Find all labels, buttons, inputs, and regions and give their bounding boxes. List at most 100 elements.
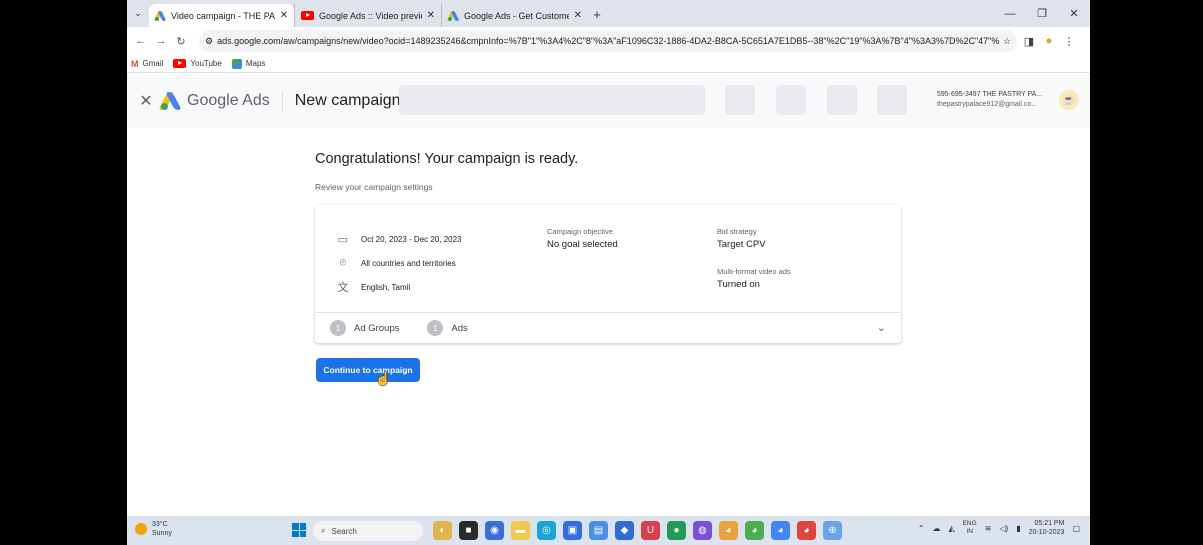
ads-label: Ads [451,322,468,334]
bookmark-label: Maps [245,59,266,68]
google-ads-logo[interactable]: Google Ads [161,92,270,110]
google-drive-icon[interactable]: ◭ [948,524,954,533]
tab-label: Google Ads - Get Customers a [464,10,569,21]
loading-placeholder [725,85,755,115]
address-bar[interactable]: ⚙ ads.google.com/aw/campaigns/new/video?… [199,30,1017,52]
close-icon[interactable]: ✕ [280,10,288,21]
bid-strategy-label: Bid strategy [717,227,757,236]
chevron-down-icon[interactable]: ⌄ [877,321,886,334]
tab-label: Video campaign - THE PASTRY [171,10,275,21]
restore-icon[interactable]: ❐ [1026,0,1058,27]
bookmark-maps[interactable]: Maps [231,58,266,69]
taskbar-search[interactable]: ⌕ Search [313,521,423,541]
tab-search-icon[interactable]: ⌄ [127,0,149,27]
ads-header: ✕ Google Ads New campaign 595-695-3497 T… [127,73,1090,128]
site-info-icon[interactable]: ⚙ [205,36,213,47]
new-tab-button[interactable]: + [588,4,606,27]
app-icon[interactable]: ◆ [615,521,634,540]
app-icon[interactable]: ● [667,521,686,540]
close-icon[interactable]: ✕ [131,91,161,111]
dates-value: Oct 20, 2023 - Dec 20, 2023 [361,234,462,244]
divider [281,89,283,112]
chrome-icon[interactable]: ◕ [797,521,816,540]
tab-label: Google Ads :: Video preview d [319,10,422,21]
tab-strip: ⌄ Video campaign - THE PASTRY ✕ Google A… [127,0,1090,27]
app-icon[interactable]: ◉ [485,521,504,540]
close-icon[interactable]: ✕ [427,10,435,21]
app-icon[interactable]: ◍ [693,521,712,540]
objective-label: Campaign objective [547,227,613,236]
back-icon[interactable]: ← [133,35,149,47]
side-panel-icon[interactable]: ◨ [1021,35,1037,48]
main-content: Congratulations! Your campaign is ready.… [127,128,1090,516]
reload-icon[interactable]: ↻ [173,35,189,48]
system-tray: ⌃ ☁ ◭ ENG IN ≋ ◁) ▮ 05:21 PM 20-10-2023 … [918,519,1080,537]
dates-row: ▭ Oct 20, 2023 - Dec 20, 2023 [337,227,462,251]
file-explorer-icon[interactable]: ▬ [511,521,530,540]
forward-icon[interactable]: → [153,35,169,47]
loading-placeholder [776,85,806,115]
edge-icon[interactable]: ◎ [537,521,556,540]
ad-groups-summary: 1 Ad Groups [330,320,399,336]
wifi-icon[interactable]: ≋ [985,524,992,533]
youtube-icon [173,59,187,68]
maps-icon [231,58,242,69]
chrome-icon[interactable]: ◕ [771,521,790,540]
languages-value: English, Tamil [361,282,411,292]
ads-summary: 1 Ads [427,320,468,336]
calendar-icon: ▭ [337,233,349,246]
bid-strategy-value: Target CPV [717,239,766,250]
app-icon[interactable]: ▤ [589,521,608,540]
success-heading: Congratulations! Your campaign is ready. [315,151,579,167]
youtube-logo-icon [301,11,314,20]
profile-icon[interactable]: ● [1041,35,1057,47]
store-icon[interactable]: ▣ [563,521,582,540]
hand-cursor-icon: ☝ [375,371,392,386]
language-indicator[interactable]: ENG IN [963,520,977,536]
notification-icon[interactable]: ▢ [1072,524,1080,533]
temperature: 33°C [152,521,168,528]
tab-get-customers[interactable]: Google Ads - Get Customers a ✕ [441,4,588,27]
close-window-icon[interactable]: ✕ [1058,0,1090,27]
app-icon[interactable]: ■ [459,521,478,540]
app-icon[interactable]: ◐ [433,521,452,540]
chrome-icon[interactable]: ◕ [745,521,764,540]
chrome-icon[interactable]: ◕ [719,521,738,540]
avatar[interactable]: ☕ [1059,90,1079,110]
weather-widget[interactable]: 33°C Sunny [135,520,172,538]
bookmark-gmail[interactable]: M Gmail [131,59,163,69]
brand-name: Google Ads [187,91,270,109]
tab-video-preview[interactable]: Google Ads :: Video preview d ✕ [294,4,441,27]
page-title: New campaign [294,91,401,109]
continue-to-campaign-button[interactable]: Continue to campaign [316,358,420,382]
browser-toolbar: ← → ↻ ⚙ ads.google.com/aw/campaigns/new/… [127,27,1090,55]
more-menu-icon[interactable]: ⋮ [1061,35,1077,48]
region-code: IN [966,528,973,535]
volume-icon[interactable]: ◁) [999,524,1008,533]
cloud-icon[interactable]: ☁ [932,524,940,533]
app-icon[interactable]: U [641,521,660,540]
campaign-objective: Campaign objective No goal selected [547,227,618,250]
search-placeholder: Search [331,526,357,536]
bookmark-star-icon[interactable]: ☆ [1003,36,1011,47]
bookmark-youtube[interactable]: YouTube [173,59,222,68]
screen: ⌄ Video campaign - THE PASTRY ✕ Google A… [127,0,1090,545]
minimize-icon[interactable]: — [994,0,1026,27]
ads-count: 1 [427,320,444,336]
windows-start-icon[interactable] [292,523,306,537]
clock[interactable]: 05:21 PM 20-10-2023 [1029,519,1065,537]
account-info[interactable]: 595-695-3497 THE PASTRY PA... thepastryp… [937,90,1042,110]
loading-placeholder [877,85,907,115]
taskbar: 33°C Sunny ⌕ Search ◐ ■ ◉ ▬ ◎ ▣ ▤ ◆ U ● … [127,516,1090,545]
tab-video-campaign[interactable]: Video campaign - THE PASTRY ✕ [149,4,294,27]
weather-text: 33°C Sunny [152,520,172,538]
multi-format-label: Multi-format video ads [717,267,791,276]
card-footer[interactable]: 1 Ad Groups 1 Ads ⌄ [315,312,901,343]
battery-icon[interactable]: ▮ [1016,524,1020,533]
bookmarks-bar: M Gmail YouTube Maps [127,55,1090,73]
taskbar-apps: ◐ ■ ◉ ▬ ◎ ▣ ▤ ◆ U ● ◍ ◕ ◕ ◕ ◕ ⊕ [433,521,842,540]
app-icon[interactable]: ⊕ [823,521,842,540]
close-icon[interactable]: ✕ [574,10,582,21]
chevron-up-icon[interactable]: ⌃ [918,524,925,533]
loading-placeholder [827,85,857,115]
